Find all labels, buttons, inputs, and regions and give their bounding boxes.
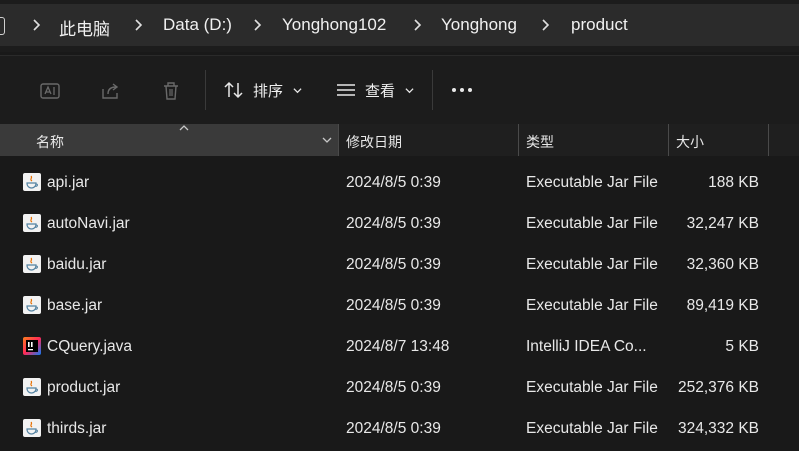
file-name: api.jar xyxy=(47,174,90,191)
java-jar-icon xyxy=(23,378,41,396)
breadcrumb[interactable]: 此电脑 Data (D:) Yonghong102 Yonghong produ… xyxy=(0,4,799,46)
file-date: 2024/8/5 0:39 xyxy=(346,174,441,191)
address-bar: 此电脑 Data (D:) Yonghong102 Yonghong produ… xyxy=(0,0,799,52)
file-size: 32,360 KB xyxy=(686,256,759,273)
file-size: 324,332 KB xyxy=(677,420,759,437)
view-button[interactable]: 查看 xyxy=(335,78,414,102)
file-size: 252,376 KB xyxy=(677,379,759,396)
column-type-label[interactable]: 类型 xyxy=(526,132,554,152)
sort-label: 排序 xyxy=(253,82,284,100)
table-row[interactable]: thirds.jar 2024/8/5 0:39 Executable Jar … xyxy=(0,408,799,449)
chevron-right-icon[interactable] xyxy=(250,18,264,32)
delete-icon[interactable] xyxy=(160,80,182,102)
column-name-label: 名称 xyxy=(36,134,64,150)
java-jar-icon xyxy=(23,296,41,314)
chevron-right-icon[interactable] xyxy=(410,18,424,32)
file-name: autoNavi.jar xyxy=(47,215,130,232)
table-row[interactable]: autoNavi.jar 2024/8/5 0:39 Executable Ja… xyxy=(0,203,799,244)
toolbar-separator xyxy=(205,70,206,110)
sort-button[interactable]: 排序 xyxy=(223,78,302,102)
file-date: 2024/8/5 0:39 xyxy=(346,379,441,396)
file-date: 2024/8/5 0:39 xyxy=(346,215,441,232)
table-row[interactable]: product.jar 2024/8/5 0:39 Executable Jar… xyxy=(0,367,799,408)
view-list-icon xyxy=(337,84,355,96)
column-date-label[interactable]: 修改日期 xyxy=(346,132,402,152)
file-name: thirds.jar xyxy=(47,420,107,437)
address-icon-edge xyxy=(0,17,5,35)
file-name: CQuery.java xyxy=(47,338,132,355)
file-type: Executable Jar File xyxy=(526,215,658,232)
file-date: 2024/8/5 0:39 xyxy=(346,256,441,273)
file-name: product.jar xyxy=(47,379,121,396)
column-separator[interactable] xyxy=(668,124,669,156)
chevron-down-icon[interactable] xyxy=(320,133,334,147)
breadcrumb-item-this-pc[interactable]: 此电脑 xyxy=(59,15,110,40)
java-jar-icon xyxy=(23,255,41,273)
table-row[interactable]: CQuery.java 2024/8/7 13:48 IntelliJ IDEA… xyxy=(0,326,799,367)
sort-ascending-icon xyxy=(179,125,189,131)
file-size: 32,247 KB xyxy=(686,215,759,232)
table-row[interactable]: api.jar 2024/8/5 0:39 Executable Jar Fil… xyxy=(0,162,799,203)
java-jar-icon xyxy=(23,419,41,437)
file-name: base.jar xyxy=(47,297,103,314)
file-size: 5 KB xyxy=(725,338,759,355)
chevron-right-icon[interactable] xyxy=(538,18,552,32)
chevron-down-icon xyxy=(293,87,302,93)
column-separator[interactable] xyxy=(768,124,769,156)
toolbar-separator xyxy=(432,70,433,110)
column-size-label[interactable]: 大小 xyxy=(676,132,704,152)
file-name: baidu.jar xyxy=(47,256,107,273)
file-type: Executable Jar File xyxy=(526,297,658,314)
chevron-down-icon xyxy=(405,87,414,93)
file-type: IntelliJ IDEA Co... xyxy=(526,338,647,355)
file-type: Executable Jar File xyxy=(526,379,658,396)
file-size: 89,419 KB xyxy=(686,297,759,314)
file-type: Executable Jar File xyxy=(526,420,658,437)
file-size: 188 KB xyxy=(708,174,759,191)
command-bar: 排序 查看 xyxy=(0,56,799,124)
sort-icon xyxy=(224,81,243,99)
intellij-java-icon xyxy=(23,337,41,355)
view-label: 查看 xyxy=(365,82,396,100)
file-date: 2024/8/7 13:48 xyxy=(346,338,450,355)
more-options-icon[interactable] xyxy=(452,88,472,92)
table-row[interactable]: base.jar 2024/8/5 0:39 Executable Jar Fi… xyxy=(0,285,799,326)
java-jar-icon xyxy=(23,214,41,232)
file-date: 2024/8/5 0:39 xyxy=(346,420,441,437)
table-row[interactable]: baidu.jar 2024/8/5 0:39 Executable Jar F… xyxy=(0,244,799,285)
breadcrumb-item-yonghong[interactable]: Yonghong xyxy=(441,15,517,35)
chevron-right-icon[interactable] xyxy=(131,18,145,32)
java-jar-icon xyxy=(23,173,41,191)
chevron-right-icon[interactable] xyxy=(29,18,43,32)
rename-icon[interactable] xyxy=(39,80,61,102)
share-icon[interactable] xyxy=(100,80,122,102)
file-date: 2024/8/5 0:39 xyxy=(346,297,441,314)
column-separator[interactable] xyxy=(338,124,339,156)
column-separator[interactable] xyxy=(518,124,519,156)
file-type: Executable Jar File xyxy=(526,174,658,191)
breadcrumb-item-drive[interactable]: Data (D:) xyxy=(163,15,232,35)
file-type: Executable Jar File xyxy=(526,256,658,273)
breadcrumb-item-yonghong102[interactable]: Yonghong102 xyxy=(282,15,386,35)
column-header: 名称 修改日期 类型 大小 xyxy=(0,124,799,156)
breadcrumb-item-product[interactable]: product xyxy=(571,15,628,35)
